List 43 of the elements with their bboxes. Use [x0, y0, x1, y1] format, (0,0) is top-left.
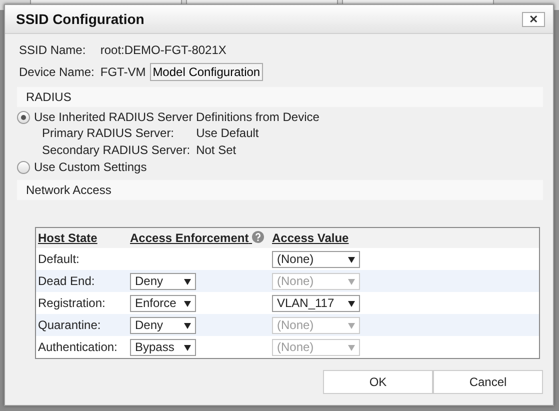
- dropdown[interactable]: Deny: [130, 316, 196, 334]
- server-label: Secondary RADIUS Server:: [42, 143, 190, 157]
- caret-icon: [184, 322, 191, 328]
- caret-icon: [184, 278, 191, 284]
- host-state: Quarantine:: [38, 318, 101, 332]
- server-value: Use Default: [196, 126, 260, 140]
- host-state: Default:: [38, 252, 80, 266]
- host-state: Dead End:: [38, 274, 95, 288]
- close-button[interactable]: ✕: [522, 12, 545, 26]
- caret-icon: [348, 256, 355, 262]
- dialog-button[interactable]: OK: [323, 370, 433, 394]
- caret-icon: [348, 278, 355, 284]
- host-state: Registration:: [38, 296, 106, 310]
- help-icon[interactable]: [252, 231, 264, 243]
- dialog-button[interactable]: Cancel: [433, 370, 543, 394]
- model-configuration-button[interactable]: Model Configuration: [150, 63, 264, 81]
- dialog-title: SSID Configuration: [16, 11, 144, 27]
- dropdown[interactable]: VLAN_117: [272, 294, 360, 312]
- field-label: Device Name:: [19, 65, 94, 79]
- server-label: Primary RADIUS Server:: [42, 126, 176, 140]
- field-value: FGT-VM: [100, 65, 146, 79]
- dropdown[interactable]: Bypass: [130, 338, 196, 356]
- caret-icon: [184, 300, 191, 306]
- caret-icon: [184, 344, 191, 350]
- column-header: Access Enforcement: [130, 231, 249, 245]
- field-value: root:DEMO-FGT-8021X: [100, 43, 226, 57]
- section-header: Network Access: [17, 180, 543, 200]
- dropdown[interactable]: Enforce: [130, 294, 196, 312]
- caret-icon: [348, 322, 355, 328]
- server-value: Not Set: [196, 143, 238, 157]
- field-label: SSID Name:: [19, 43, 87, 57]
- column-header: Access Value: [272, 231, 349, 245]
- section-header: RADIUS: [17, 87, 543, 107]
- dropdown[interactable]: Deny: [130, 272, 196, 290]
- radio-button[interactable]: [17, 110, 30, 124]
- caret-icon: [348, 344, 355, 350]
- column-header: Host State: [38, 231, 98, 245]
- dropdown[interactable]: (None): [272, 250, 360, 268]
- radio-label[interactable]: Use Inherited RADIUS Server Definitions from Device: [34, 110, 320, 124]
- caret-icon: [348, 300, 355, 306]
- radio-button[interactable]: [17, 160, 30, 174]
- radio-label[interactable]: Use Custom Settings: [34, 160, 147, 174]
- host-state: Authentication:: [38, 340, 118, 354]
